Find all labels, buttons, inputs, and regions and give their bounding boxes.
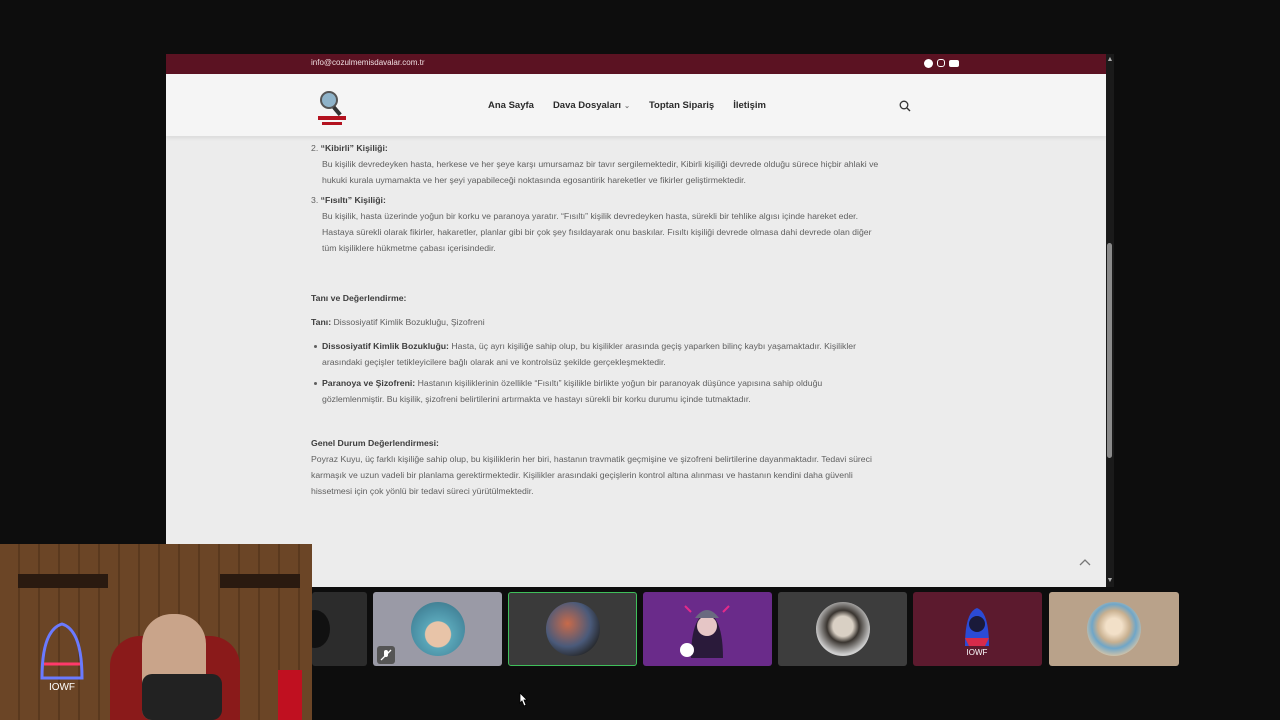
avatar: [545, 602, 600, 656]
diagnosis-line: Tanı: Dissosiyatif Kimlik Bozukluğu, Şiz…: [311, 314, 485, 330]
participant-tile[interactable]: [643, 592, 772, 666]
paragraph-line: hissetmesi için çok yönlü bir tedavi sür…: [311, 486, 534, 496]
streamer-shirt: [142, 674, 222, 720]
avatar: [815, 602, 870, 656]
list-number: 2.: [311, 143, 319, 153]
back-to-top-button[interactable]: [1077, 557, 1093, 573]
list-item-2: 2. “Kibirli” Kişiliği: Bu kişilik devred…: [311, 140, 878, 188]
diagnosis-value: Dissosiyatif Kimlik Bozukluğu, Şizofreni: [331, 317, 485, 327]
chevron-up-icon: [1079, 559, 1091, 566]
nav-wholesale[interactable]: Toptan Sipariş: [649, 100, 714, 111]
participant-tile[interactable]: IOWF: [913, 592, 1042, 666]
scrollbar-thumb[interactable]: [1107, 243, 1112, 458]
nav-home[interactable]: Ana Sayfa: [488, 100, 534, 111]
nav-case-files[interactable]: Dava Dosyaları ⌄: [553, 100, 630, 111]
avatar: [680, 605, 730, 658]
participant-tile[interactable]: [778, 592, 907, 666]
paragraph-line: Poyraz Kuyu, üç farklı kişiliğe sahip ol…: [311, 454, 872, 464]
nav-menu: Ana Sayfa Dava Dosyaları ⌄ Toptan Sipariş…: [488, 100, 766, 111]
team-logo-text: IOWF: [967, 648, 988, 657]
main-navbar: Ana Sayfa Dava Dosyaları ⌄ Toptan Sipariş…: [166, 74, 1106, 136]
contact-email[interactable]: info@cozulmemisdavalar.com.tr: [311, 58, 425, 67]
avatar: [1087, 602, 1141, 656]
neon-logo: IOWF: [40, 622, 84, 693]
list-item-title: “Fısıltı” Kişiliği:: [320, 195, 386, 205]
bullet-item: Paranoya ve Şizofreni: Hastanın kişilikl…: [311, 375, 971, 407]
neon-logo-text: IOWF: [49, 682, 75, 693]
mouse-cursor-icon: [519, 692, 528, 707]
search-icon[interactable]: [899, 100, 911, 112]
nav-case-files-label: Dava Dosyaları: [552, 100, 622, 111]
paragraph-line: Bu kişilik, hasta üzerinde yoğun bir kor…: [322, 211, 858, 221]
paragraph-line: karmaşık ve uzun vadeli bir planlama ger…: [311, 470, 853, 480]
muted-mic-icon: [377, 646, 395, 664]
paragraph-line: Bu kişilik devredeyken hasta, herkese ve…: [322, 159, 879, 169]
scroll-up-arrow-icon[interactable]: ▲: [1106, 56, 1114, 64]
avatar: [410, 602, 465, 656]
section-heading: Genel Durum Değerlendirmesi:: [311, 438, 439, 448]
paragraph-line: Hasta, üç ayrı kişiliğe sahip olup, bu k…: [448, 341, 856, 351]
list-item-3: 3. “Fısıltı” Kişiliği: Bu kişilik, hasta…: [311, 192, 872, 256]
chevron-down-icon: ⌄: [624, 103, 630, 110]
webcam-feed: IOWF: [0, 544, 312, 720]
site-logo[interactable]: [317, 89, 347, 127]
participant-tile[interactable]: [1049, 592, 1179, 666]
bullet-dot: [314, 382, 317, 385]
microphone: [278, 670, 302, 720]
instagram-icon[interactable]: [937, 59, 945, 67]
section-heading: Tanı ve Değerlendirme:: [311, 293, 407, 303]
general-paragraph: Poyraz Kuyu, üç farklı kişiliğe sahip ol…: [311, 451, 872, 499]
shelf: [18, 574, 108, 588]
list-item-title: “Kibirli” Kişiliği:: [320, 143, 388, 153]
avatar: IOWF: [965, 608, 989, 657]
list-number: 3.: [311, 195, 319, 205]
participant-tile-speaking[interactable]: [508, 592, 637, 666]
youtube-icon[interactable]: [949, 60, 959, 67]
paragraph-line: Hastaya sürekli olarak fikirler, hakaret…: [322, 227, 872, 237]
social-links: [924, 59, 959, 68]
paragraph-line: gözlemlenmiştir. Bu kişilik, şizofreni b…: [322, 394, 751, 404]
nav-contact[interactable]: İletişim: [733, 100, 766, 111]
shelf: [220, 574, 300, 588]
bullet-title: Paranoya ve Şizofreni:: [322, 378, 416, 388]
paragraph-line: hukuki kurala uymamakta ve her şeyi yapa…: [322, 175, 746, 185]
bullet-dot: [314, 345, 317, 348]
bullet-item: Dissosiyatif Kimlik Bozukluğu: Hasta, üç…: [311, 338, 971, 370]
participant-tile[interactable]: [373, 592, 502, 666]
paragraph-line: tüm kişiliklere hükmetme çabası içerisin…: [322, 243, 496, 253]
paragraph-line: arasındaki geçişler tetikleyicilere bağl…: [322, 357, 666, 367]
participant-tile[interactable]: [312, 592, 367, 666]
browser-page: info@cozulmemisdavalar.com.tr Ana Sayfa …: [166, 54, 1106, 587]
scroll-down-arrow-icon[interactable]: ▼: [1106, 577, 1114, 585]
avatar: [312, 610, 330, 648]
diagnosis-label: Tanı:: [311, 317, 332, 327]
facebook-icon[interactable]: [924, 59, 933, 68]
paragraph-line: Hastanın kişiliklerinin özellikle “Fısıl…: [415, 378, 823, 388]
bullet-title: Dissosiyatif Kimlik Bozukluğu:: [322, 341, 449, 351]
top-bar: info@cozulmemisdavalar.com.tr: [166, 54, 1106, 74]
